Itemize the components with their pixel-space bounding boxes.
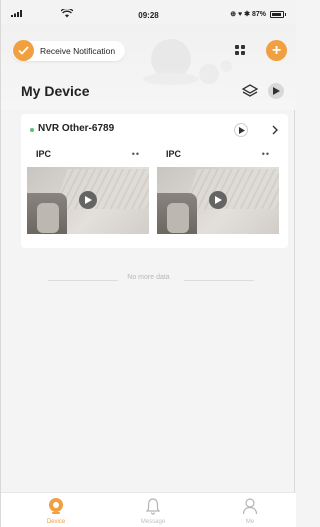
list-end-indicator: No more data xyxy=(1,274,296,286)
channel-label: IPC xyxy=(36,149,52,159)
thumbnail-blob-shape xyxy=(167,203,189,233)
phone-frame: 09:28 ⊕ ♥ ✱ 87% Receive Notification + M… xyxy=(0,0,296,527)
device-row[interactable]: NVR Other-6789 xyxy=(21,114,288,146)
grid-view-icon[interactable] xyxy=(231,41,249,59)
header: Receive Notification + My Device xyxy=(1,24,296,110)
layers-icon[interactable] xyxy=(241,82,259,100)
user-icon xyxy=(242,498,258,515)
tab-message-label: Message xyxy=(140,519,166,525)
battery-icon xyxy=(270,10,286,18)
channel-thumbnail[interactable] xyxy=(27,167,149,234)
tab-device[interactable]: Device xyxy=(16,493,96,527)
play-icon[interactable] xyxy=(209,191,227,209)
tab-message[interactable]: Message xyxy=(113,493,193,527)
channel-more-icon[interactable]: •• xyxy=(132,149,140,159)
device-name: NVR Other-6789 xyxy=(38,123,115,134)
status-bar: 09:28 ⊕ ♥ ✱ 87% xyxy=(1,0,296,24)
divider-line xyxy=(184,280,254,281)
bell-icon xyxy=(145,498,161,515)
tab-device-label: Device xyxy=(46,519,66,525)
tab-me[interactable]: Me xyxy=(210,493,290,527)
thumbnail-keyboard-shape xyxy=(54,169,149,209)
online-status-dot xyxy=(30,128,34,132)
device-play-button[interactable] xyxy=(234,123,248,137)
play-icon xyxy=(273,87,280,95)
channel-thumbnail[interactable] xyxy=(157,167,279,234)
channel-label: IPC xyxy=(166,149,182,159)
thumbnail-keyboard-shape xyxy=(184,169,279,209)
device-icon xyxy=(49,498,63,514)
decorative-illustration xyxy=(143,39,232,85)
channel-more-icon[interactable]: •• xyxy=(262,149,270,159)
play-icon xyxy=(239,127,245,134)
chevron-right-icon[interactable] xyxy=(269,123,281,137)
play-icon[interactable] xyxy=(79,191,97,209)
play-all-button[interactable] xyxy=(268,83,284,99)
page-title: My Device xyxy=(21,83,90,99)
check-icon[interactable] xyxy=(13,40,34,61)
device-card: NVR Other-6789 IPC •• IPC •• xyxy=(21,114,288,248)
tab-me-label: Me xyxy=(245,519,255,525)
status-indicators: ⊕ ♥ ✱ xyxy=(230,11,250,18)
tab-bar: Device Message Me xyxy=(1,492,296,527)
status-right-icons: ⊕ ♥ ✱ 87% xyxy=(230,10,286,18)
channel-tile[interactable]: IPC •• xyxy=(157,146,279,236)
thumbnail-blob-shape xyxy=(37,203,59,233)
channel-tile[interactable]: IPC •• xyxy=(27,146,149,236)
battery-percent: 87% xyxy=(251,10,266,18)
add-device-button[interactable]: + xyxy=(266,40,287,61)
